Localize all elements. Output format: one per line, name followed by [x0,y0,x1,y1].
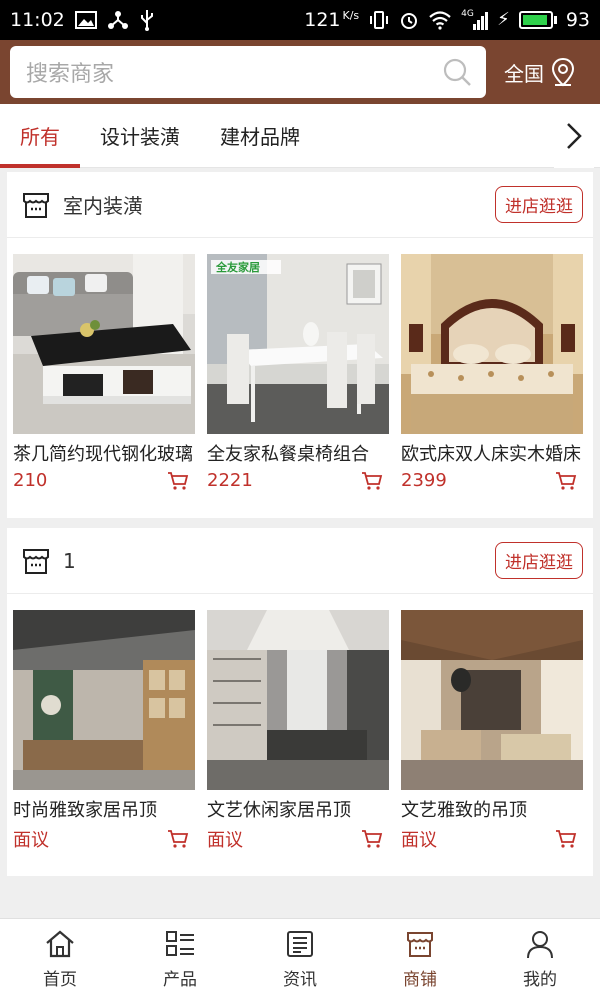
product-price: 面议 [13,830,49,851]
cart-icon[interactable] [167,471,189,491]
search-input[interactable]: 搜索商家 [10,46,486,98]
nav-mine[interactable]: 我的 [480,919,600,1000]
cart-icon[interactable] [555,829,577,849]
cart-icon[interactable] [361,471,383,491]
product-image[interactable] [401,254,583,434]
status-bar: 11:02 121 K/s 4G ⚡ 93 [0,0,600,40]
product-name: 欧式床双人床实木婚床 [401,444,581,465]
product-image[interactable] [401,610,583,790]
nav-products[interactable]: 产品 [120,919,240,1000]
product-name: 文艺雅致的吊顶 [401,800,527,821]
product-price: 2221 [207,470,253,491]
product-item[interactable]: 文艺休闲家居吊顶 面议 [207,610,389,852]
shop-icon [23,192,49,218]
product-image[interactable] [13,254,195,434]
shop-icon [407,932,433,957]
status-time: 11:02 [10,9,65,31]
nav-home[interactable]: 首页 [0,919,120,1000]
nav-news-label: 资讯 [283,970,317,990]
chevron-right-icon [567,123,582,149]
bottom-nav: 首页 产品 资讯 商铺 我的 [0,918,600,1000]
product-price: 面议 [401,830,437,851]
battery-percent: 93 [565,9,590,31]
nav-news[interactable]: 资讯 [240,919,360,1000]
enter-shop-button[interactable]: 进店逛逛 [495,542,583,579]
top-header: 搜索商家 全国 [0,40,600,104]
brand-logo-text: 全友家居 [215,260,260,274]
shop-icon [23,548,49,574]
user-icon [527,931,553,959]
shop-header: 室内装潢 进店逛逛 [7,172,593,238]
news-icon [287,931,313,957]
nav-shops-label: 商铺 [403,970,437,990]
product-name: 文艺休闲家居吊顶 [207,800,351,821]
vibrate-icon [370,11,389,29]
product-image[interactable]: 全友家居 [207,254,389,434]
enter-shop-button[interactable]: 进店逛逛 [495,186,583,223]
tabs-more-button[interactable] [554,104,594,168]
charging-icon: ⚡ [497,9,510,30]
location-pin-icon [551,57,575,87]
shop-name: 室内装潢 [63,194,143,218]
home-icon [46,930,74,958]
product-item[interactable]: 欧式床双人床实木婚床 2399 [401,254,583,491]
category-tabs: 所有 设计装潢 建材品牌 [0,104,600,168]
cart-icon[interactable] [361,829,383,849]
gallery-icon [74,11,97,29]
product-image[interactable] [13,610,195,790]
search-icon[interactable] [442,57,472,87]
signal-icon: 4G [461,9,489,30]
product-item[interactable]: 茶几简约现代钢化玻璃 210 [13,254,195,491]
battery-icon [518,11,557,29]
product-name: 全友家私餐桌椅组合 [207,444,369,465]
product-price: 210 [13,470,48,491]
product-item[interactable]: 时尚雅致家居吊顶 面议 [13,610,195,852]
product-name: 时尚雅致家居吊顶 [13,800,157,821]
shop-name: 1 [63,548,76,573]
cart-icon[interactable] [555,471,577,491]
tab-design-decoration[interactable]: 设计装潢 [80,104,200,168]
product-name: 茶几简约现代钢化玻璃 [13,444,193,465]
wifi-icon [429,11,451,30]
usb-share-icon [107,11,128,29]
region-selector[interactable]: 全国 [504,57,576,87]
product-image[interactable] [207,610,389,790]
shop-card: 1 进店逛逛 时尚雅致家居吊顶 面议 文艺休闲家居吊顶 面议 文艺雅致的吊顶 面… [7,528,593,876]
alarm-icon [401,13,418,29]
tab-building-materials[interactable]: 建材品牌 [200,104,320,168]
region-label: 全国 [504,61,544,86]
product-item[interactable]: 全友家居 全友家私餐桌椅组合 2221 [207,254,389,491]
product-item[interactable]: 文艺雅致的吊顶 面议 [401,610,583,852]
shop-header: 1 进店逛逛 [7,528,593,594]
search-placeholder: 搜索商家 [26,62,115,87]
product-price: 面议 [207,830,243,851]
nav-home-label: 首页 [43,970,77,990]
shop-card: 室内装潢 进店逛逛 茶几简约现代钢化玻璃 210 全友家居 全友家私餐桌椅组合 … [7,172,593,518]
cart-icon[interactable] [167,829,189,849]
usb-icon [140,10,153,31]
nav-products-label: 产品 [163,970,197,990]
nav-mine-label: 我的 [523,970,557,990]
tab-all[interactable]: 所有 [0,104,80,168]
net-speed: 121 K/s [304,9,360,31]
product-price: 2399 [401,470,447,491]
nav-shops[interactable]: 商铺 [360,919,480,1000]
product-list-icon [166,931,194,956]
